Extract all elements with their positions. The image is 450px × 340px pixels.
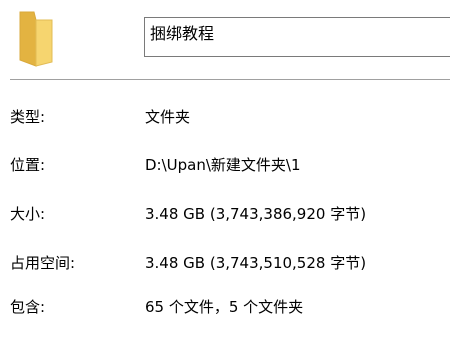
type-row: 类型: 文件夹 bbox=[0, 104, 450, 130]
folder-properties-panel: 捆绑教程 类型: 文件夹 位置: D:\Upan\新建文件夹\1 大小: 3.4… bbox=[0, 0, 450, 340]
location-label: 位置: bbox=[10, 156, 46, 174]
size-on-disk-value: 3.48 GB (3,743,510,528 字节) bbox=[145, 254, 367, 272]
contains-value: 65 个文件，5 个文件夹 bbox=[145, 298, 304, 316]
contains-label: 包含: bbox=[10, 298, 46, 316]
size-label: 大小: bbox=[10, 205, 46, 223]
size-row: 大小: 3.48 GB (3,743,386,920 字节) bbox=[0, 201, 450, 227]
location-row: 位置: D:\Upan\新建文件夹\1 bbox=[0, 152, 450, 178]
size-on-disk-label: 占用空间: bbox=[10, 254, 76, 272]
contains-row: 包含: 65 个文件，5 个文件夹 bbox=[0, 294, 450, 320]
folder-name-input[interactable]: 捆绑教程 bbox=[144, 17, 450, 57]
folder-icon bbox=[19, 11, 53, 67]
size-on-disk-row: 占用空间: 3.48 GB (3,743,510,528 字节) bbox=[0, 250, 450, 276]
size-value: 3.48 GB (3,743,386,920 字节) bbox=[145, 205, 367, 223]
type-label: 类型: bbox=[10, 108, 46, 126]
type-value: 文件夹 bbox=[145, 108, 191, 126]
location-value: D:\Upan\新建文件夹\1 bbox=[145, 156, 301, 174]
divider bbox=[10, 79, 450, 80]
